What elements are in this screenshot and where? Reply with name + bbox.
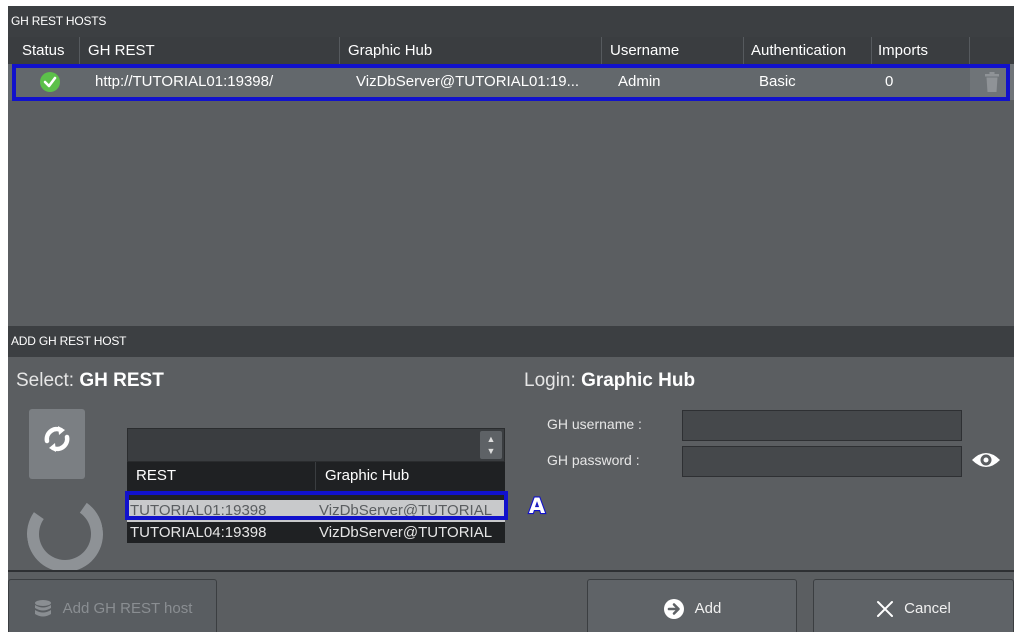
database-icon — [34, 599, 51, 616]
list-item-graphic-hub: VizDbServer@TUTORIAL — [319, 524, 493, 541]
refresh-icon — [44, 426, 70, 452]
gh-rest-list-header: REST Graphic Hub — [127, 462, 505, 490]
add-section-header: ADD GH REST HOST — [8, 326, 1014, 357]
gh-rest-list: REST Graphic Hub TUTORIAL01:19398 VizDbS… — [127, 462, 505, 543]
close-icon — [877, 600, 894, 617]
login-bold: Graphic Hub — [581, 370, 696, 391]
hosts-section-header: GH REST HOSTS — [8, 6, 1014, 37]
list-item-rest: TUTORIAL04:19398 — [130, 524, 267, 541]
cancel-label: Cancel — [904, 600, 951, 617]
add-label: Add — [694, 600, 722, 617]
status-ok-icon — [40, 72, 60, 92]
hosts-table-header: Status GH REST Graphic Hub Username Auth… — [8, 37, 1014, 64]
refresh-button[interactable] — [29, 409, 85, 479]
gh-rest-panel: GH REST HOSTS Status GH REST Graphic Hub… — [8, 6, 1014, 632]
gh-username-label: GH username : — [547, 416, 642, 432]
list-item-rest: TUTORIAL01:19398 — [130, 502, 267, 519]
marker-a-text: A — [529, 495, 546, 517]
host-row[interactable]: http://TUTORIAL01:19398/ VizDbServer@TUT… — [8, 64, 1014, 100]
col-actions — [970, 37, 1014, 64]
delete-host-button[interactable] — [970, 64, 1014, 100]
list-item-graphic-hub: VizDbServer@TUTORIAL — [319, 502, 493, 519]
login-heading: Login: Graphic Hub — [524, 370, 695, 392]
list-item[interactable]: TUTORIAL01:19398 VizDbServer@TUTORIAL — [127, 500, 505, 522]
add-gh-rest-host-label: Add GH REST host — [62, 600, 193, 617]
host-username: Admin — [618, 73, 661, 90]
col-imports[interactable]: Imports — [872, 37, 970, 64]
list-item[interactable]: TUTORIAL04:19398 VizDbServer@TUTORIAL — [127, 522, 505, 544]
col-graphic-hub[interactable]: Graphic Hub — [340, 37, 602, 64]
select-prefix: Select: — [16, 370, 75, 391]
add-button[interactable]: Add — [587, 579, 797, 632]
trash-icon — [985, 72, 999, 92]
gh-username-input[interactable] — [682, 410, 962, 441]
col-username[interactable]: Username — [602, 37, 744, 64]
col-status[interactable]: Status — [8, 37, 80, 64]
list-col-rest[interactable]: REST — [127, 462, 316, 490]
host-gh-rest: http://TUTORIAL01:19398/ — [95, 73, 274, 90]
host-imports: 0 — [885, 73, 894, 90]
select-bold: GH REST — [79, 370, 164, 391]
login-prefix: Login: — [524, 370, 576, 391]
arrow-right-circle-icon — [663, 598, 684, 619]
add-gh-rest-host-button[interactable]: Add GH REST host — [8, 579, 217, 632]
annotation-marker-a: A — [528, 495, 547, 517]
col-gh-rest[interactable]: GH REST — [80, 37, 340, 64]
footer-divider — [8, 570, 1014, 572]
col-authentication[interactable]: Authentication — [744, 37, 872, 64]
host-authentication: Basic — [759, 73, 796, 90]
gh-password-label: GH password : — [547, 452, 640, 468]
cancel-button[interactable]: Cancel — [813, 579, 1014, 632]
loading-spinner-icon — [20, 489, 110, 579]
host-graphic-hub: VizDbServer@TUTORIAL01:19... — [356, 73, 580, 90]
gh-password-input[interactable] — [682, 446, 962, 477]
select-arrows-icon[interactable]: ▲ ▼ — [480, 431, 502, 459]
list-col-graphic-hub[interactable]: Graphic Hub — [316, 462, 505, 490]
show-password-eye-icon[interactable] — [970, 448, 1002, 472]
gh-rest-select[interactable]: ▲ ▼ — [127, 428, 505, 462]
select-heading: Select: GH REST — [16, 370, 164, 392]
